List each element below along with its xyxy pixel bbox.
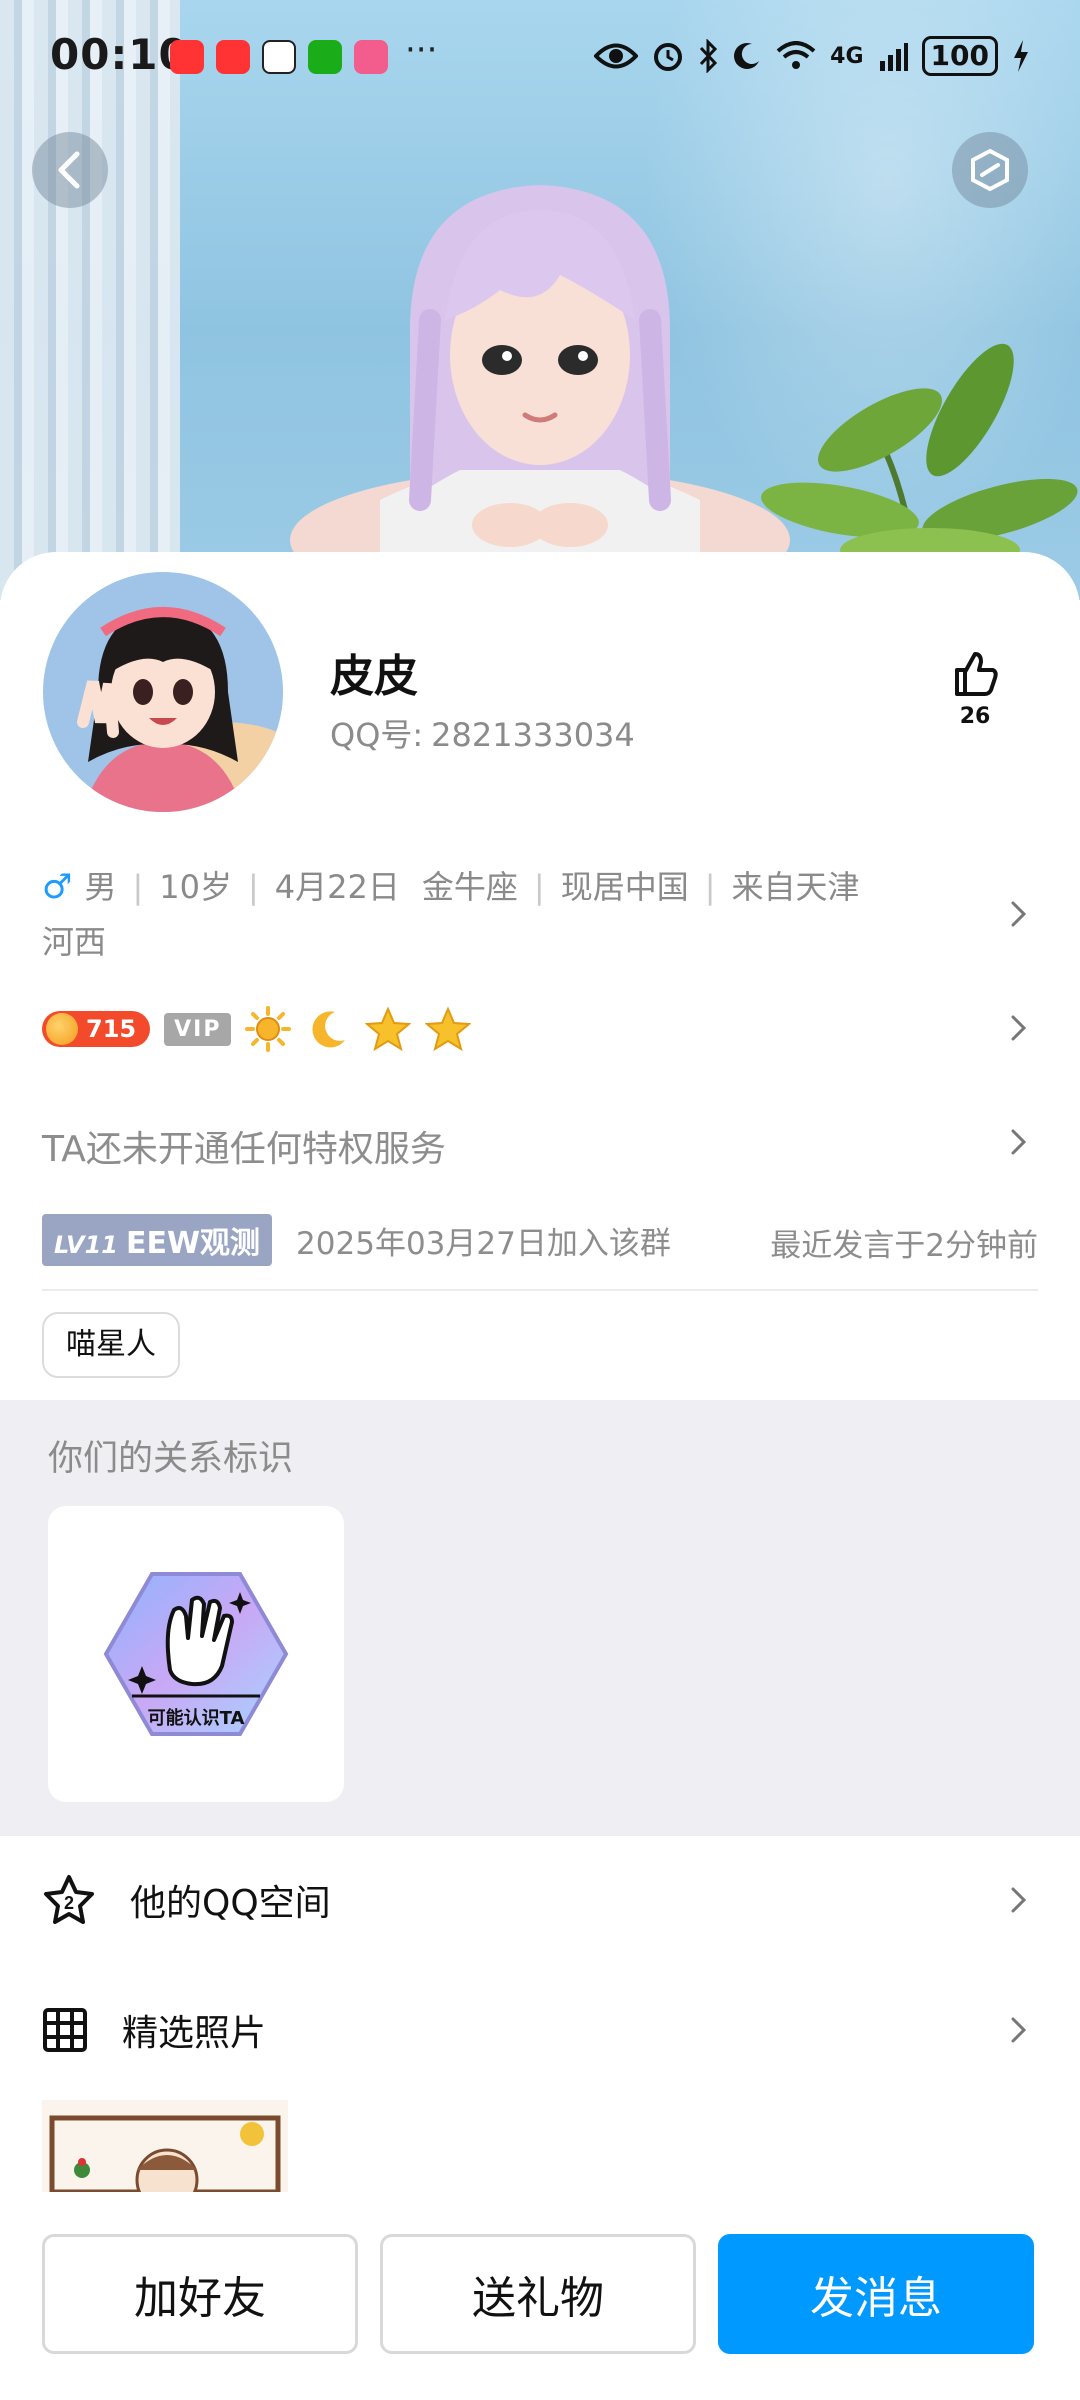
group-level: LV11 bbox=[54, 1231, 118, 1259]
back-arrow-icon bbox=[58, 151, 80, 189]
last-spoke: 最近发言于2分钟前 bbox=[770, 1228, 1038, 1264]
relation-section: 你们的关系标识 可能认识TA bbox=[0, 1400, 1080, 1836]
photo-thumbnail[interactable] bbox=[42, 2100, 288, 2192]
star-level-icon bbox=[365, 1006, 412, 1052]
qzone-label: 他的QQ空间 bbox=[130, 1883, 331, 1924]
vip-badge: VIP bbox=[164, 1012, 232, 1046]
qzone-row[interactable]: 2 他的QQ空间 bbox=[42, 1860, 1038, 1940]
badges-row[interactable]: 715 VIP bbox=[42, 1006, 1038, 1052]
back-button[interactable] bbox=[32, 132, 108, 208]
alarm-icon bbox=[654, 43, 683, 71]
cover-avatar-illustration bbox=[290, 185, 790, 590]
send-message-button[interactable]: 发消息 bbox=[718, 2234, 1034, 2354]
gender: 男 bbox=[84, 868, 117, 906]
qq-number-row[interactable]: QQ号: 2821333034 bbox=[330, 710, 635, 756]
wifi-icon bbox=[776, 41, 816, 69]
moon-icon bbox=[734, 43, 760, 69]
chevron-right-icon[interactable] bbox=[1004, 1014, 1032, 1042]
birthday: 4月22日 bbox=[274, 868, 400, 906]
wechat-app-icon bbox=[308, 40, 342, 74]
qq-label: QQ号: bbox=[330, 716, 424, 754]
battery-indicator: 100 bbox=[921, 36, 998, 76]
relation-badge-card[interactable]: 可能认识TA bbox=[48, 1506, 344, 1802]
relation-badge-label: 可能认识TA bbox=[147, 1708, 245, 1729]
chevron-right-icon[interactable] bbox=[1004, 900, 1032, 928]
coin-badge: 715 bbox=[42, 1011, 151, 1047]
group-joined-date: 2025年03月27日加入该群 bbox=[296, 1225, 671, 1262]
add-friend-button[interactable]: 加好友 bbox=[42, 2234, 358, 2354]
huawei-app-icon bbox=[216, 40, 250, 74]
action-bar: 加好友 送礼物 发消息 bbox=[0, 2192, 1080, 2400]
chevron-right-icon bbox=[1011, 1887, 1027, 1913]
profile-tag[interactable]: 喵星人 bbox=[42, 1312, 180, 1378]
qq-number: 2821333034 bbox=[431, 716, 635, 754]
divider bbox=[42, 1289, 1038, 1291]
hexagon-edit-icon bbox=[971, 148, 1009, 192]
qzone-icon-number: 2 bbox=[64, 1893, 74, 1913]
like-count: 26 bbox=[959, 704, 991, 729]
sun-level-icon bbox=[245, 1006, 292, 1052]
grid-icon bbox=[43, 2008, 87, 2052]
profile-name: 皮皮 bbox=[330, 651, 418, 702]
bilibili-app-icon bbox=[354, 40, 388, 74]
coin-value: 715 bbox=[86, 1015, 137, 1043]
star-level-icon bbox=[425, 1006, 472, 1052]
basic-info-row[interactable]: ♂ 男 | 10岁 | 4月22日 金牛座 | 现居中国 | 来自天津 bbox=[42, 862, 1038, 908]
thumbs-up-icon bbox=[955, 652, 998, 696]
network-type: 4G bbox=[830, 43, 864, 69]
more-notifications-icon: ··· bbox=[405, 30, 438, 70]
status-bar: 00:10 ··· 4G 100 bbox=[0, 0, 1080, 110]
featured-photos-label: 精选照片 bbox=[122, 2013, 267, 2054]
relation-title: 你们的关系标识 bbox=[48, 1439, 294, 1479]
coin-icon bbox=[46, 1013, 78, 1045]
group-info-row: LV11 EEW观测 2025年03月27日加入该群 最近发言于2分钟前 bbox=[42, 1214, 1038, 1266]
decorate-button[interactable] bbox=[952, 132, 1028, 208]
avatar[interactable] bbox=[43, 572, 283, 812]
privilege-row[interactable]: TA还未开通任何特权服务 bbox=[42, 1120, 1038, 1172]
photo-illustration bbox=[42, 2100, 288, 2192]
featured-photos-row[interactable]: 精选照片 bbox=[42, 1990, 1038, 2070]
chevron-right-icon bbox=[1011, 2017, 1027, 2043]
profile-cover: 00:10 ··· 4G 100 bbox=[0, 0, 1080, 600]
residence: 现居中国 bbox=[560, 868, 689, 906]
avatar-illustration bbox=[43, 572, 283, 812]
male-gender-icon: ♂ bbox=[42, 867, 73, 907]
eye-icon bbox=[594, 43, 639, 69]
like-button[interactable]: 26 bbox=[940, 650, 1010, 729]
group-level-badge: LV11 EEW观测 bbox=[42, 1214, 273, 1266]
qzone-star-icon: 2 bbox=[44, 1875, 94, 1924]
zodiac: 金牛座 bbox=[421, 868, 518, 906]
age: 10岁 bbox=[159, 868, 233, 906]
send-gift-button[interactable]: 送礼物 bbox=[380, 2234, 696, 2354]
charging-icon bbox=[1014, 40, 1028, 72]
status-time: 00:10 bbox=[50, 30, 189, 79]
group-title: EEW观测 bbox=[125, 1226, 261, 1261]
moon-level-icon bbox=[312, 1011, 346, 1048]
hometown: 来自天津 bbox=[731, 868, 860, 906]
hometown-district: 河西 bbox=[42, 923, 107, 961]
huawei-app-icon bbox=[170, 40, 204, 74]
signal-icon bbox=[879, 43, 908, 71]
qq-app-icon bbox=[262, 40, 296, 74]
bluetooth-icon bbox=[700, 39, 718, 73]
chevron-right-icon[interactable] bbox=[1004, 1128, 1032, 1156]
